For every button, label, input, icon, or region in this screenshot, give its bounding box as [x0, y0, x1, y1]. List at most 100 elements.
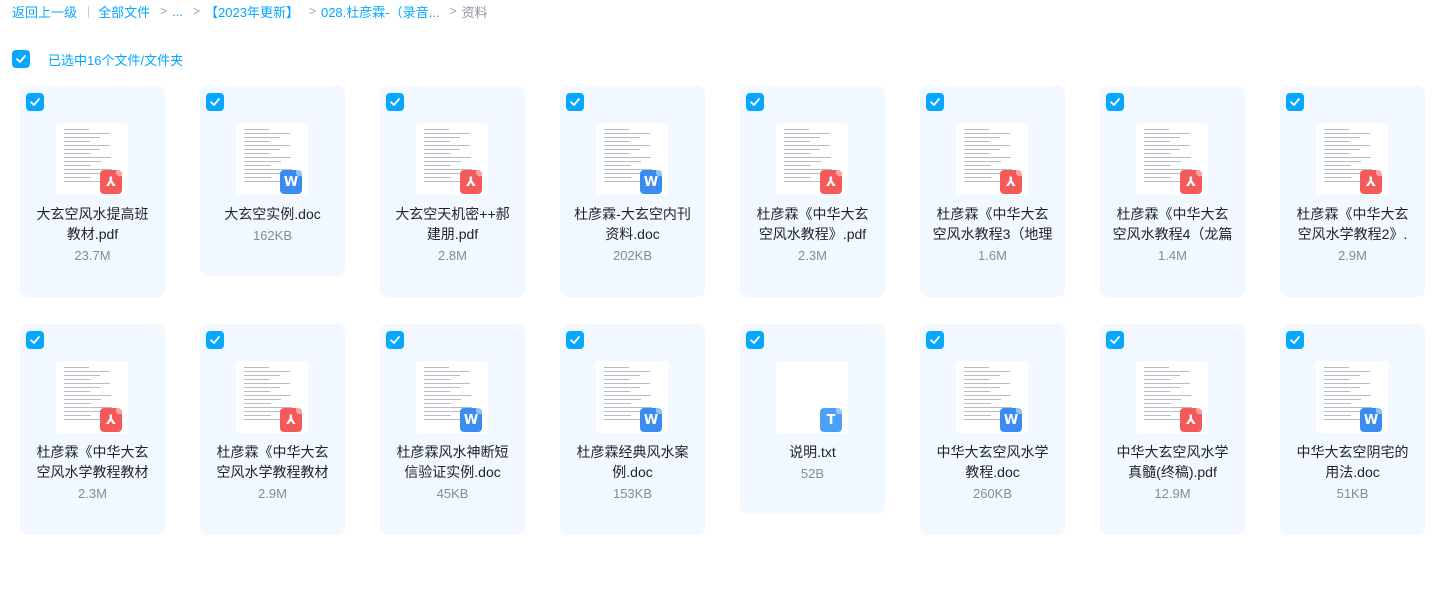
file-size: 2.3M: [798, 248, 827, 263]
file-size: 51KB: [1336, 486, 1369, 501]
file-size: 52B: [800, 466, 825, 481]
chevron-right-icon: >: [160, 4, 168, 18]
pdf-file-icon: ⅄: [1000, 170, 1022, 194]
pdf-file-icon: ⅄: [100, 170, 122, 194]
file-card[interactable]: ⅄ 杜彦霖《中华大玄空风水学教程教材 2.3M: [20, 324, 165, 535]
file-name: 杜彦霖《中华大玄空风水学教程2》.: [1296, 206, 1409, 242]
breadcrumb-root[interactable]: 全部文件: [98, 2, 150, 21]
file-card[interactable]: ⅄ 杜彦霖《中华大玄空风水学教程2》. 2.9M: [1280, 86, 1425, 297]
breadcrumb-level-2[interactable]: 028.杜彦霖-（录音...: [321, 2, 439, 21]
file-card[interactable]: ⅄ 中华大玄空风水学真髓(终稿).pdf 12.9M: [1100, 324, 1245, 535]
file-name: 杜彦霖《中华大玄空风水教程3（地理: [932, 206, 1053, 242]
breadcrumb: 返回上一级 | 全部文件 > ... > 【2023年更新】 > 028.杜彦霖…: [12, 2, 487, 20]
file-card[interactable]: ⅄ 杜彦霖《中华大玄空风水教程3（地理 1.6M: [920, 86, 1065, 297]
file-name: 杜彦霖《中华大玄空风水学教程教材: [216, 444, 329, 480]
check-icon: [1110, 336, 1120, 344]
file-size: 2.3M: [78, 486, 107, 501]
check-icon: [930, 98, 940, 106]
file-card[interactable]: T 说明.txt 52B: [740, 324, 885, 514]
file-checkbox[interactable]: [1106, 93, 1124, 111]
chevron-right-icon: >: [193, 4, 201, 18]
file-name: 杜彦霖经典风水案例.doc: [576, 444, 689, 480]
doc-file-icon: W: [1360, 408, 1382, 432]
file-card[interactable]: ⅄ 大玄空风水提高班教材.pdf 23.7M: [20, 86, 165, 297]
doc-file-icon: W: [640, 170, 662, 194]
file-size: 2.8M: [438, 248, 467, 263]
check-icon: [390, 336, 400, 344]
back-link[interactable]: 返回上一级: [12, 2, 77, 21]
check-icon: [570, 98, 580, 106]
check-icon: [750, 98, 760, 106]
file-card[interactable]: ⅄ 大玄空天机密++郝建朋.pdf 2.8M: [380, 86, 525, 297]
file-size: 12.9M: [1154, 486, 1191, 501]
file-name: 大玄空天机密++郝建朋.pdf: [395, 206, 510, 242]
file-size: 2.9M: [1338, 248, 1367, 263]
file-name: 杜彦霖《中华大玄空风水教程》.pdf: [756, 206, 869, 242]
file-size: 1.4M: [1158, 248, 1187, 263]
pdf-file-icon: ⅄: [1180, 170, 1202, 194]
file-card[interactable]: ⅄ 杜彦霖《中华大玄空风水教程4（龙篇 1.4M: [1100, 86, 1245, 297]
file-card[interactable]: W 杜彦霖风水神断短信验证实例.doc 45KB: [380, 324, 525, 535]
file-checkbox[interactable]: [386, 93, 404, 111]
file-name: 杜彦霖《中华大玄空风水教程4（龙篇: [1112, 206, 1233, 242]
file-name: 中华大玄空风水学教程.doc: [936, 444, 1049, 480]
file-checkbox[interactable]: [1106, 331, 1124, 349]
check-icon: [210, 336, 220, 344]
select-all-checkbox[interactable]: [12, 50, 30, 68]
chevron-right-icon: >: [449, 4, 457, 18]
file-checkbox[interactable]: [746, 93, 764, 111]
file-size: 23.7M: [74, 248, 111, 263]
pdf-file-icon: ⅄: [100, 408, 122, 432]
file-checkbox[interactable]: [926, 331, 944, 349]
doc-file-icon: W: [460, 408, 482, 432]
check-icon: [750, 336, 760, 344]
file-name: 杜彦霖《中华大玄空风水学教程教材: [36, 444, 149, 480]
file-card[interactable]: W 中华大玄空阴宅的用法.doc 51KB: [1280, 324, 1425, 535]
file-checkbox[interactable]: [26, 93, 44, 111]
check-icon: [210, 98, 220, 106]
check-icon: [1110, 98, 1120, 106]
file-card[interactable]: W 杜彦霖经典风水案例.doc 153KB: [560, 324, 705, 535]
breadcrumb-level-1[interactable]: 【2023年更新】: [205, 2, 299, 21]
file-checkbox[interactable]: [566, 93, 584, 111]
doc-file-icon: W: [640, 408, 662, 432]
check-icon: [570, 336, 580, 344]
file-name: 杜彦霖-大玄空内刊资料.doc: [574, 206, 691, 242]
file-size: 162KB: [252, 228, 293, 243]
file-checkbox[interactable]: [26, 331, 44, 349]
check-icon: [930, 336, 940, 344]
file-checkbox[interactable]: [206, 331, 224, 349]
file-checkbox[interactable]: [926, 93, 944, 111]
pdf-file-icon: ⅄: [1180, 408, 1202, 432]
file-checkbox[interactable]: [746, 331, 764, 349]
file-size: 2.9M: [258, 486, 287, 501]
pdf-file-icon: ⅄: [460, 170, 482, 194]
check-icon: [1290, 98, 1300, 106]
file-card[interactable]: W 中华大玄空风水学教程.doc 260KB: [920, 324, 1065, 535]
file-card[interactable]: ⅄ 杜彦霖《中华大玄空风水学教程教材 2.9M: [200, 324, 345, 535]
file-name: 说明.txt: [789, 444, 836, 460]
pdf-file-icon: ⅄: [280, 408, 302, 432]
file-card[interactable]: ⅄ 杜彦霖《中华大玄空风水教程》.pdf 2.3M: [740, 86, 885, 297]
file-card[interactable]: W 杜彦霖-大玄空内刊资料.doc 202KB: [560, 86, 705, 297]
txt-file-icon: T: [820, 408, 842, 432]
file-name: 中华大玄空风水学真髓(终稿).pdf: [1116, 444, 1229, 480]
pdf-file-icon: ⅄: [820, 170, 842, 194]
file-checkbox[interactable]: [1286, 331, 1304, 349]
file-checkbox[interactable]: [386, 331, 404, 349]
breadcrumb-ellipsis[interactable]: ...: [172, 4, 183, 19]
file-size: 260KB: [972, 486, 1013, 501]
check-icon: [16, 55, 26, 63]
file-name: 大玄空风水提高班教材.pdf: [36, 206, 149, 242]
select-all-row: 已选中16个文件/文件夹: [12, 50, 183, 68]
file-checkbox[interactable]: [1286, 93, 1304, 111]
check-icon: [30, 98, 40, 106]
file-name: 大玄空实例.doc: [224, 206, 321, 222]
file-card[interactable]: W 大玄空实例.doc 162KB: [200, 86, 345, 276]
file-name: 中华大玄空阴宅的用法.doc: [1296, 444, 1409, 480]
file-size: 1.6M: [978, 248, 1007, 263]
file-checkbox[interactable]: [566, 331, 584, 349]
file-size: 202KB: [612, 248, 653, 263]
file-checkbox[interactable]: [206, 93, 224, 111]
chevron-right-icon: >: [308, 4, 316, 18]
